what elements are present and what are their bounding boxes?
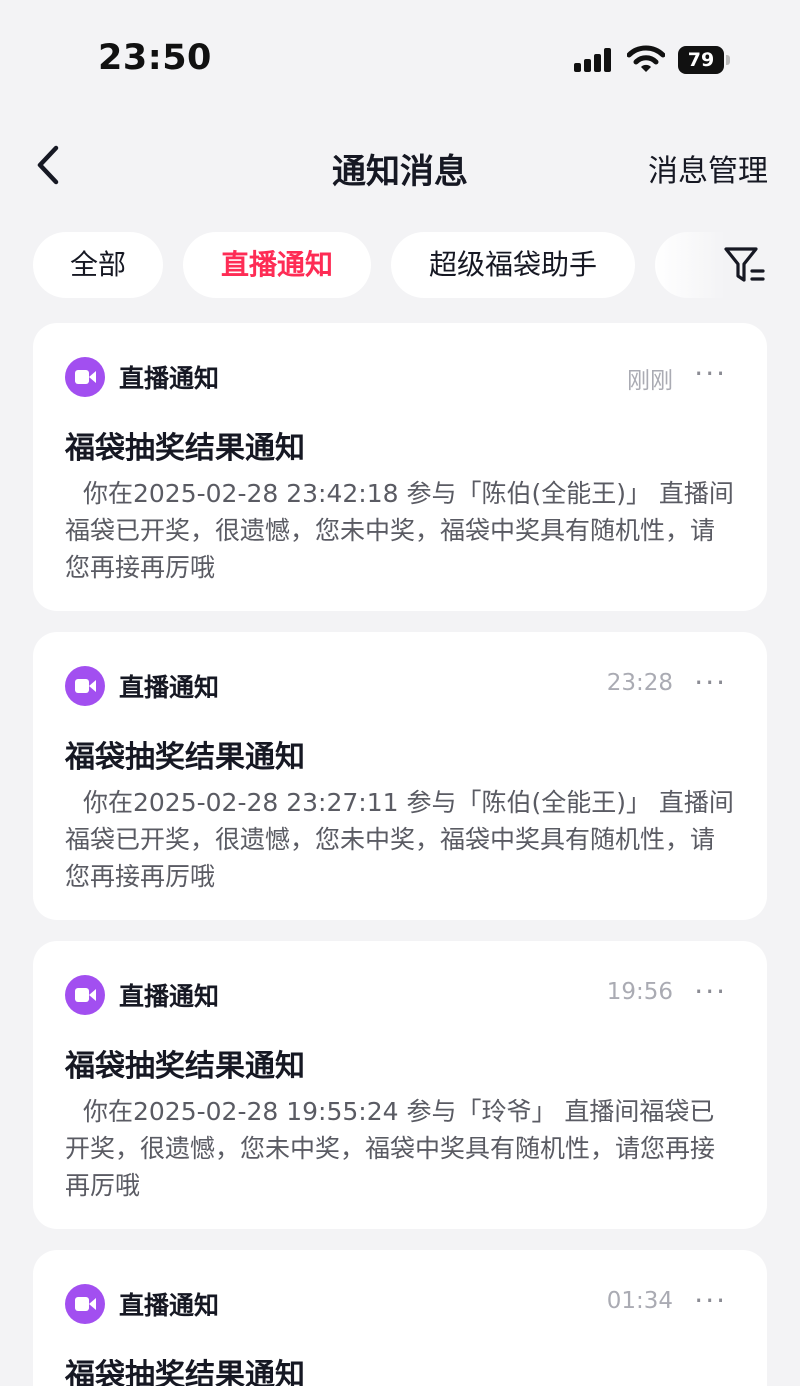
card-body: 你在2025-02-28 23:42:18 参与「陈伯(全能王)」 直播间福袋已…: [65, 479, 734, 582]
card-time: 19:56: [606, 979, 673, 1005]
card-header: 直播通知 01:34 ···: [65, 1282, 735, 1326]
card-source: 直播通知: [119, 364, 220, 393]
card-body: 你在2025-02-28 19:55:24 参与「玲爷」 直播间福袋已开奖，很遗…: [65, 1097, 716, 1200]
card-time: 刚刚: [627, 368, 673, 394]
cellular-signal-icon: [574, 48, 614, 72]
card-time: 01:34: [606, 1288, 673, 1314]
notification-card[interactable]: 直播通知 23:28 ··· 福袋抽奖结果通知 你在2025-02-28 23:…: [33, 632, 767, 920]
tab-all[interactable]: 全部: [33, 232, 163, 298]
live-video-icon: [65, 1284, 105, 1324]
card-body: 你在2025-02-28 23:27:11 参与「陈伯(全能王)」 直播间福袋已…: [65, 788, 734, 891]
battery-indicator: 79: [678, 46, 730, 74]
card-header: 直播通知 刚刚 ···: [65, 355, 735, 399]
card-title: 福袋抽奖结果通知: [65, 740, 305, 775]
filter-icon: [724, 247, 765, 282]
more-options-icon[interactable]: ···: [694, 975, 727, 1008]
status-time: 23:50: [98, 38, 212, 78]
live-video-icon: [65, 666, 105, 706]
card-title: 福袋抽奖结果通知: [65, 1049, 305, 1084]
tab-lucky-bag-assistant[interactable]: 超级福袋助手: [391, 232, 635, 298]
status-bar: 23:50 79: [0, 0, 800, 120]
live-video-icon: [65, 975, 105, 1015]
card-source: 直播通知: [119, 673, 220, 702]
notification-card[interactable]: 直播通知 01:34 ··· 福袋抽奖结果通知: [33, 1250, 767, 1386]
battery-level: 79: [678, 46, 724, 74]
card-time: 23:28: [606, 670, 673, 696]
filter-tabs: 全部 直播通知 超级福袋助手: [0, 232, 800, 300]
wifi-icon: [626, 44, 666, 74]
tab-live-notification[interactable]: 直播通知: [183, 232, 371, 298]
battery-tip: [726, 55, 730, 65]
card-source: 直播通知: [119, 982, 220, 1011]
card-source: 直播通知: [119, 1291, 220, 1320]
card-title: 福袋抽奖结果通知: [65, 431, 305, 466]
notification-card[interactable]: 直播通知 刚刚 ··· 福袋抽奖结果通知 你在2025-02-28 23:42:…: [33, 323, 767, 611]
tab-overflow-fade[interactable]: [655, 232, 725, 298]
card-title: 福袋抽奖结果通知: [65, 1358, 305, 1386]
live-video-icon: [65, 357, 105, 397]
more-options-icon[interactable]: ···: [694, 1284, 727, 1317]
more-options-icon[interactable]: ···: [694, 357, 727, 390]
more-options-icon[interactable]: ···: [694, 666, 727, 699]
card-header: 直播通知 23:28 ···: [65, 664, 735, 708]
nav-bar: 通知消息 消息管理: [0, 120, 800, 210]
card-header: 直播通知 19:56 ···: [65, 973, 735, 1017]
filter-button[interactable]: [722, 244, 766, 286]
message-settings-button[interactable]: 消息管理: [648, 146, 768, 190]
notification-card[interactable]: 直播通知 19:56 ··· 福袋抽奖结果通知 你在2025-02-28 19:…: [33, 941, 767, 1229]
